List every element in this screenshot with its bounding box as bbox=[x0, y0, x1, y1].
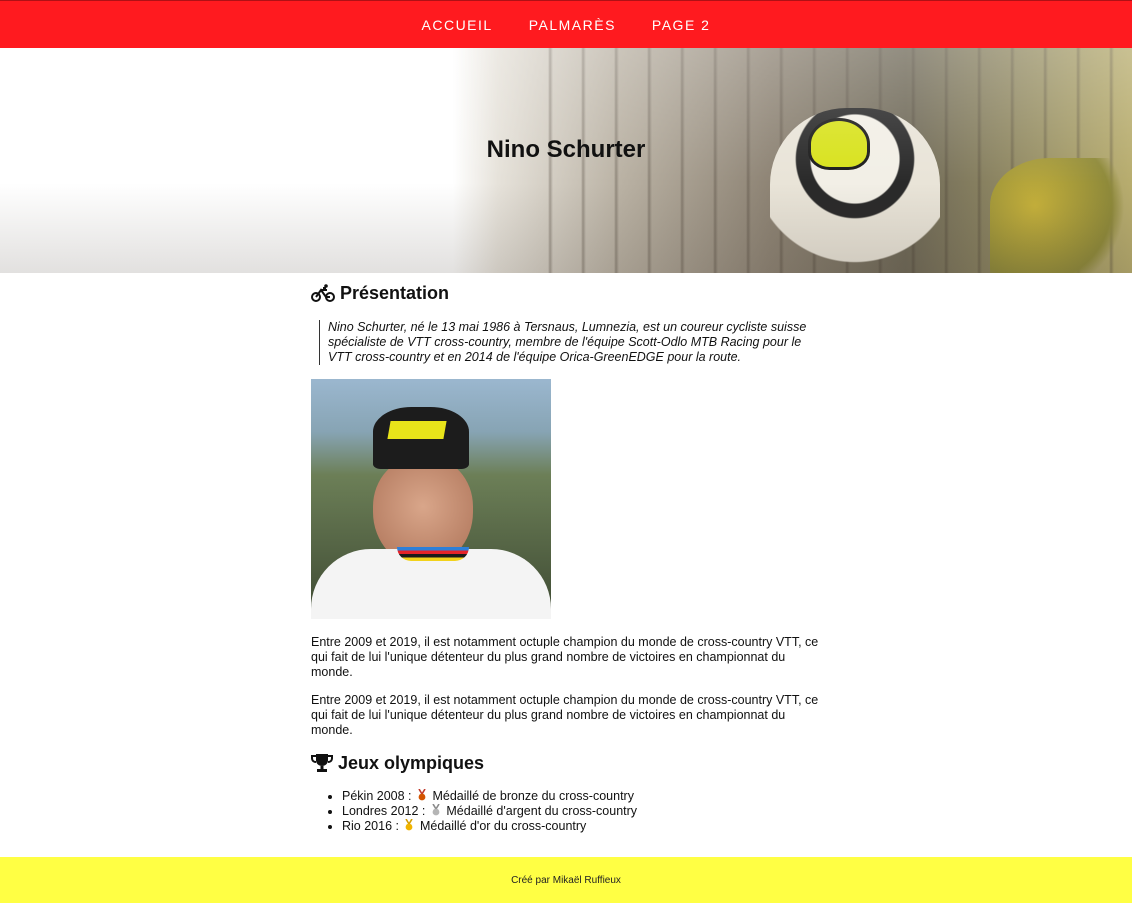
bicycle-icon bbox=[311, 284, 335, 302]
presentation-heading-text: Présentation bbox=[340, 282, 450, 303]
silver-medal-icon bbox=[432, 804, 440, 816]
list-item: Pékin 2008 : Médaillé de bronze du cross… bbox=[342, 789, 823, 804]
paragraph: Entre 2009 et 2019, il est notamment oct… bbox=[311, 635, 819, 679]
gold-medal-icon bbox=[405, 819, 414, 831]
list-item: Rio 2016 : Médaillé d'or du cross-countr… bbox=[342, 819, 823, 834]
main-content: Présentation Nino Schurter, né le 13 mai… bbox=[311, 284, 823, 834]
portrait-photo bbox=[311, 379, 551, 619]
nav-link-accueil[interactable]: ACCUEIL bbox=[422, 17, 493, 33]
list-item: Londres 2012 : Médaillé d'argent du cros… bbox=[342, 804, 823, 819]
page-footer: Créé par Mikaël Ruffieux bbox=[0, 857, 1132, 903]
nav-link-page-2[interactable]: PAGE 2 bbox=[652, 17, 711, 33]
olympics-list: Pékin 2008 : Médaillé de bronze du cross… bbox=[311, 789, 823, 834]
bronze-medal-icon bbox=[418, 789, 426, 801]
intro-quote: Nino Schurter, né le 13 mai 1986 à Tersn… bbox=[319, 320, 823, 365]
trophy-icon bbox=[311, 754, 333, 772]
footer-credit: Créé par Mikaël Ruffieux bbox=[511, 874, 621, 886]
page-title: Nino Schurter bbox=[486, 136, 646, 163]
top-navigation: ACCUEIL PALMARÈS PAGE 2 bbox=[0, 0, 1132, 48]
olympics-heading-text: Jeux olympiques bbox=[338, 752, 485, 773]
presentation-heading: Présentation bbox=[311, 284, 823, 302]
nav-link-palmares[interactable]: PALMARÈS bbox=[529, 17, 616, 33]
olympics-heading: Jeux olympiques bbox=[311, 753, 823, 773]
hero-banner: Nino Schurter bbox=[0, 48, 1132, 273]
paragraph: Entre 2009 et 2019, il est notamment oct… bbox=[311, 693, 819, 737]
